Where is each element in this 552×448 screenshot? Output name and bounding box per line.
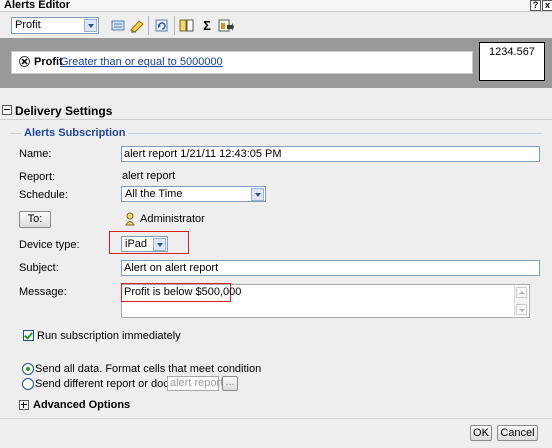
metric-select[interactable]: Profit xyxy=(11,17,99,34)
name-field-value: alert report 1/21/11 12:43:05 PM xyxy=(124,148,282,160)
close-button[interactable]: x xyxy=(542,0,552,11)
user-icon xyxy=(125,212,135,226)
schedule-label: Schedule: xyxy=(19,189,68,201)
chevron-down-icon[interactable] xyxy=(153,238,166,251)
different-report-field[interactable]: alert report xyxy=(167,376,223,391)
chevron-down-icon[interactable] xyxy=(251,188,264,201)
message-label: Message: xyxy=(19,286,67,298)
sum-icon[interactable]: Σ xyxy=(198,17,216,34)
name-label: Name: xyxy=(19,148,52,160)
schedule-select[interactable]: All the Time xyxy=(121,186,266,202)
filter-icon[interactable] xyxy=(110,17,128,34)
scroll-up-icon[interactable] xyxy=(516,287,527,298)
collapse-delivery-toggle[interactable] xyxy=(2,105,12,115)
columns-icon[interactable] xyxy=(178,17,196,34)
run-immediately-label: Run subscription immediately xyxy=(37,330,181,342)
to-button[interactable]: To: xyxy=(19,211,51,228)
ok-button[interactable]: OK xyxy=(470,425,492,441)
remove-condition-icon[interactable] xyxy=(19,56,30,67)
report-value: alert report xyxy=(122,170,176,182)
toolbar-separator xyxy=(148,16,149,35)
subject-label: Subject: xyxy=(19,262,59,274)
subject-field-value: Alert on alert report xyxy=(124,262,219,274)
help-button[interactable]: ? xyxy=(530,0,541,11)
metric-select-value: Profit xyxy=(15,19,41,31)
divider xyxy=(0,119,552,120)
send-all-radio[interactable] xyxy=(22,363,34,375)
condition-metric: Profit xyxy=(34,56,63,68)
advanced-options-label[interactable]: Advanced Options xyxy=(33,399,130,411)
send-different-radio[interactable] xyxy=(22,378,34,390)
device-type-select[interactable]: iPad xyxy=(121,236,168,252)
report-label: Report: xyxy=(19,171,56,183)
toolbar-separator xyxy=(174,16,175,35)
message-value: Profit is below $500,000 xyxy=(124,286,242,298)
scroll-down-icon[interactable] xyxy=(516,304,527,315)
title-bar: Alerts Editor xyxy=(0,0,552,12)
footer-divider xyxy=(0,418,552,419)
device-type-value: iPad xyxy=(125,238,148,250)
expand-advanced-toggle[interactable] xyxy=(19,400,29,410)
condition-value: 1234.567 xyxy=(479,42,545,81)
condition-rule-link[interactable]: Greater than or equal to 5000000 xyxy=(60,56,223,68)
refresh-icon[interactable] xyxy=(153,17,171,34)
run-immediately-checkbox[interactable] xyxy=(23,330,34,341)
send-all-label: Send all data. Format cells that meet co… xyxy=(35,363,262,375)
export-icon[interactable] xyxy=(216,17,234,34)
name-field[interactable]: alert report 1/21/11 12:43:05 PM xyxy=(121,146,540,162)
browse-button[interactable]: ... xyxy=(222,376,238,391)
delivery-settings-title: Delivery Settings xyxy=(15,104,113,118)
subject-field[interactable]: Alert on alert report xyxy=(121,260,540,276)
window-title: Alerts Editor xyxy=(4,0,71,11)
schedule-select-value: All the Time xyxy=(125,188,183,200)
message-scrollbar[interactable] xyxy=(514,286,528,316)
device-type-label: Device type: xyxy=(19,239,80,251)
cancel-button[interactable]: Cancel xyxy=(497,425,538,441)
highlight-icon[interactable] xyxy=(128,17,146,34)
recipient-name: Administrator xyxy=(140,213,205,225)
alerts-subscription-title: Alerts Subscription xyxy=(21,127,129,139)
chevron-down-icon[interactable] xyxy=(84,19,97,32)
